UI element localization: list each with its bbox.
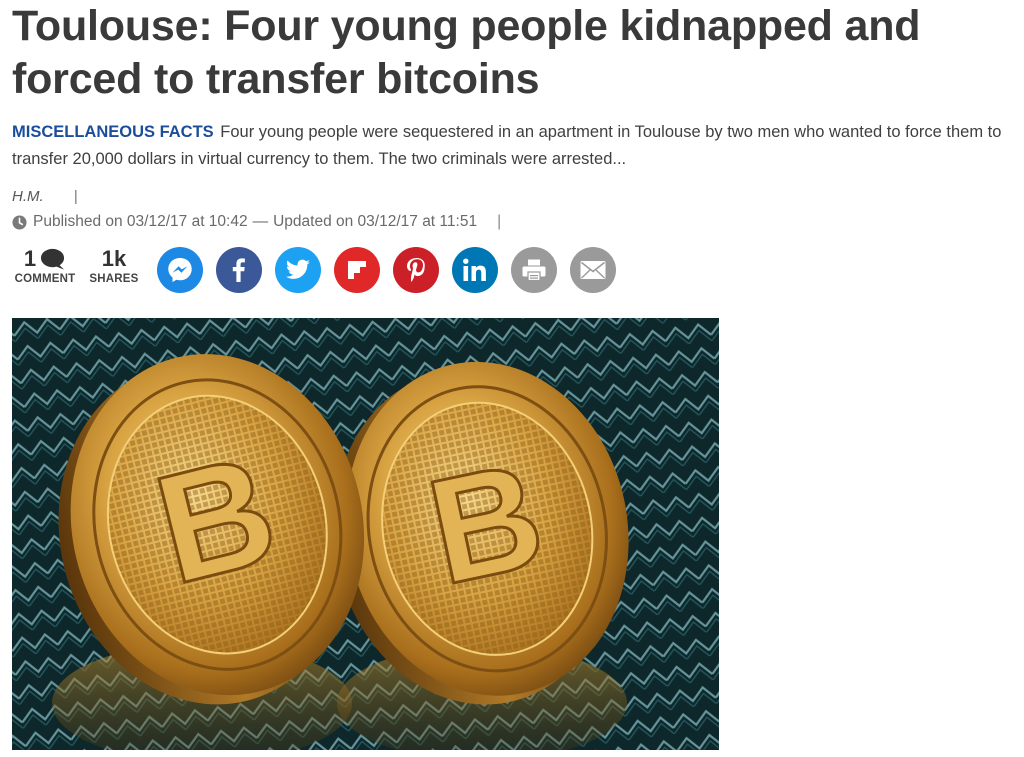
date-dash: —	[252, 213, 269, 230]
linkedin-share-button[interactable]	[452, 247, 498, 293]
share-label: SHARES	[89, 273, 139, 285]
bitcoin-coins-illustration: B B	[12, 318, 719, 750]
printer-icon	[522, 259, 546, 282]
print-button[interactable]	[511, 247, 557, 293]
comment-counter[interactable]: 1 COMMENT	[12, 246, 78, 286]
flipboard-icon	[348, 261, 366, 279]
email-share-button[interactable]	[570, 247, 616, 293]
share-count: 1k	[101, 246, 127, 271]
twitter-icon	[285, 259, 310, 279]
article-image[interactable]: B B	[12, 318, 719, 750]
messenger-share-button[interactable]	[157, 247, 203, 293]
envelope-icon	[580, 261, 606, 279]
comment-label: COMMENT	[14, 273, 76, 285]
comment-bubble-icon	[41, 248, 65, 270]
comment-count: 1	[23, 246, 37, 271]
share-counter: 1k SHARES	[88, 246, 140, 286]
publication-dates: Published on 03/12/17 at 10:42 — Updated…	[12, 211, 501, 233]
byline-separator: |	[73, 188, 78, 205]
facebook-icon	[232, 258, 245, 282]
article-title: Toulouse: Four young people kidnapped an…	[12, 2, 921, 103]
date-separator: |	[497, 213, 502, 230]
messenger-icon	[168, 258, 192, 282]
section-kicker[interactable]: MISCELLANEOUS FACTS	[12, 123, 214, 141]
author-name[interactable]: H.M.	[12, 188, 44, 205]
article-lead: MISCELLANEOUS FACTS Four young people we…	[12, 119, 1017, 173]
published-date: Published on 03/12/17 at 10:42	[33, 213, 248, 230]
updated-date: Updated on 03/12/17 at 11:51	[273, 213, 478, 230]
linkedin-icon	[463, 258, 486, 281]
clock-icon	[12, 214, 27, 230]
pinterest-icon	[407, 258, 425, 282]
facebook-share-button[interactable]	[216, 247, 262, 293]
byline: H.M. |	[12, 187, 78, 207]
pinterest-share-button[interactable]	[393, 247, 439, 293]
flipboard-share-button[interactable]	[334, 247, 380, 293]
twitter-share-button[interactable]	[275, 247, 321, 293]
